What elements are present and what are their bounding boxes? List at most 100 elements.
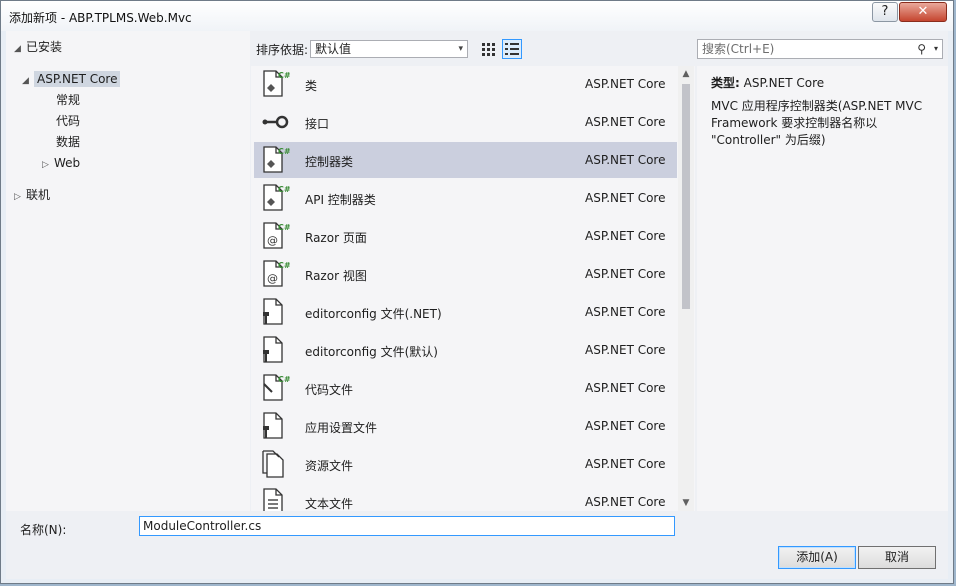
collapsed-arrow-icon[interactable]: ▷ bbox=[14, 187, 26, 207]
template-category: ASP.NET Core bbox=[585, 267, 666, 281]
template-row[interactable]: editorconfig 文件(.NET) ASP.NET Core bbox=[254, 294, 677, 330]
settings-file-icon bbox=[260, 412, 290, 440]
tree-node-label: Web bbox=[54, 156, 81, 170]
template-row[interactable]: 资源文件 ASP.NET Core bbox=[254, 446, 677, 482]
tree-node-installed[interactable]: ◢ 已安装 bbox=[14, 37, 62, 57]
interface-icon bbox=[260, 108, 290, 136]
tree-node-data[interactable]: 数据 bbox=[56, 132, 80, 152]
class-file-icon: C# bbox=[260, 70, 291, 98]
tree-node-label: 已安装 bbox=[26, 40, 63, 54]
template-name: editorconfig 文件(默认) bbox=[305, 345, 438, 359]
name-label: 名称(N): bbox=[20, 523, 67, 537]
details-pane: 类型: ASP.NET Core MVC 应用程序控制器类(ASP.NET MV… bbox=[697, 66, 948, 511]
template-name: 类 bbox=[305, 79, 318, 93]
detail-type-value: ASP.NET Core bbox=[743, 76, 825, 90]
search-options-arrow-icon[interactable]: ▾ bbox=[934, 40, 938, 58]
tree-node-code[interactable]: 代码 bbox=[56, 111, 80, 131]
window-title: 添加新项 - ABP.TPLMS.Web.Mvc bbox=[9, 11, 192, 25]
tree-node-label: 联机 bbox=[26, 188, 51, 202]
template-name: 资源文件 bbox=[305, 459, 354, 473]
tree-node-aspnet-core[interactable]: ◢ ASP.NET Core bbox=[22, 69, 121, 91]
code-file-icon: C# bbox=[260, 374, 291, 402]
template-row[interactable]: C# 代码文件 ASP.NET Core bbox=[254, 370, 677, 406]
svg-text:@: @ bbox=[267, 272, 278, 285]
template-row[interactable]: 应用设置文件 ASP.NET Core bbox=[254, 408, 677, 444]
template-row[interactable]: C# 类 ASP.NET Core bbox=[254, 66, 677, 102]
tree-node-web[interactable]: ▷ Web bbox=[42, 153, 80, 173]
tree-node-label: ASP.NET Core bbox=[34, 71, 121, 87]
template-name: Razor 页面 bbox=[305, 231, 367, 245]
config-file-icon bbox=[260, 298, 290, 326]
search-icon[interactable]: ⚲ bbox=[917, 40, 926, 58]
template-row[interactable]: C# @ Razor 页面 ASP.NET Core bbox=[254, 218, 677, 254]
dialog-client: ◢ 已安装 ◢ ASP.NET Core 常规 代码 数据 ▷ Web ▷ 联机 排序依… bbox=[6, 31, 948, 579]
add-new-item-dialog: 添加新项 - ABP.TPLMS.Web.Mvc ? ✕ ◢ 已安装 ◢ ASP.N… bbox=[0, 0, 954, 584]
svg-text:@: @ bbox=[267, 234, 278, 247]
template-row[interactable]: C# API 控制器类 ASP.NET Core bbox=[254, 180, 677, 216]
resource-file-icon bbox=[260, 450, 290, 478]
template-row[interactable]: editorconfig 文件(默认) ASP.NET Core bbox=[254, 332, 677, 368]
svg-text:C#: C# bbox=[278, 261, 290, 270]
template-category: ASP.NET Core bbox=[585, 495, 666, 509]
svg-text:C#: C# bbox=[278, 185, 290, 194]
collapsed-arrow-icon[interactable]: ▷ bbox=[42, 155, 54, 175]
list-view-button[interactable] bbox=[502, 39, 522, 59]
add-button[interactable]: 添加(A) bbox=[778, 546, 856, 569]
dropdown-arrow-icon: ▾ bbox=[458, 44, 463, 54]
svg-text:C#: C# bbox=[278, 147, 290, 156]
help-button[interactable]: ? bbox=[872, 2, 898, 22]
razor-page-icon: C# @ bbox=[260, 222, 291, 250]
template-category: ASP.NET Core bbox=[585, 381, 666, 395]
scrollbar-thumb[interactable] bbox=[682, 84, 690, 309]
scroll-up-arrow-icon[interactable]: ▲ bbox=[678, 66, 694, 82]
template-name: 文本文件 bbox=[305, 497, 354, 511]
template-category: ASP.NET Core bbox=[585, 191, 666, 205]
template-category: ASP.NET Core bbox=[585, 115, 666, 129]
template-category: ASP.NET Core bbox=[585, 229, 666, 243]
template-name: 控制器类 bbox=[305, 155, 354, 169]
cancel-button[interactable]: 取消 bbox=[858, 546, 936, 569]
template-row[interactable]: 文本文件 ASP.NET Core bbox=[254, 484, 677, 511]
detail-description: MVC 应用程序控制器类(ASP.NET MVC Framework 要求控制器… bbox=[711, 99, 923, 147]
template-name: Razor 视图 bbox=[305, 269, 367, 283]
scroll-down-arrow-icon[interactable]: ▼ bbox=[678, 495, 694, 511]
controller-file-icon: C# bbox=[260, 146, 291, 174]
detail-type-label: 类型: bbox=[711, 76, 740, 90]
svg-text:C#: C# bbox=[278, 375, 290, 384]
template-category: ASP.NET Core bbox=[585, 77, 666, 91]
svg-text:C#: C# bbox=[278, 71, 290, 80]
category-tree: ◢ 已安装 ◢ ASP.NET Core 常规 代码 数据 ▷ Web ▷ 联机 bbox=[6, 31, 250, 511]
api-controller-file-icon: C# bbox=[260, 184, 291, 212]
svg-text:C#: C# bbox=[278, 223, 290, 232]
template-list: C# 类 ASP.NET Core 接口 ASP.NET Core C# 控制器类 ASP.N… bbox=[251, 66, 695, 511]
expanded-arrow-icon[interactable]: ◢ bbox=[22, 71, 34, 91]
template-category: ASP.NET Core bbox=[585, 343, 666, 357]
config-file-icon bbox=[260, 336, 290, 364]
template-name: editorconfig 文件(.NET) bbox=[305, 307, 442, 321]
list-view-icon bbox=[505, 43, 519, 55]
search-input[interactable]: 搜索(Ctrl+E) ⚲ ▾ bbox=[697, 39, 943, 59]
tree-node-online[interactable]: ▷ 联机 bbox=[14, 185, 50, 205]
template-row[interactable]: C# 控制器类 ASP.NET Core bbox=[254, 142, 677, 178]
template-category: ASP.NET Core bbox=[585, 305, 666, 319]
template-row[interactable]: 接口 ASP.NET Core bbox=[254, 104, 677, 140]
text-file-icon bbox=[260, 488, 290, 511]
tree-node-general[interactable]: 常规 bbox=[56, 90, 80, 110]
template-row[interactable]: C# @ Razor 视图 ASP.NET Core bbox=[254, 256, 677, 292]
template-category: ASP.NET Core bbox=[585, 153, 666, 167]
small-icons-view-button[interactable] bbox=[478, 39, 498, 59]
search-placeholder: 搜索(Ctrl+E) bbox=[702, 42, 775, 56]
sort-by-value: 默认值 bbox=[315, 42, 352, 56]
expanded-arrow-icon[interactable]: ◢ bbox=[14, 39, 26, 59]
razor-view-icon: C# @ bbox=[260, 260, 291, 288]
grid-view-icon bbox=[482, 43, 495, 56]
title-bar[interactable]: 添加新项 - ABP.TPLMS.Web.Mvc ? ✕ bbox=[1, 1, 953, 31]
template-category: ASP.NET Core bbox=[585, 457, 666, 471]
template-list-scrollbar[interactable]: ▲ ▼ bbox=[678, 66, 694, 511]
sort-by-dropdown[interactable]: 默认值 ▾ bbox=[310, 40, 468, 58]
template-category: ASP.NET Core bbox=[585, 419, 666, 433]
close-button[interactable]: ✕ bbox=[899, 2, 947, 22]
name-input[interactable]: ModuleController.cs bbox=[139, 516, 675, 536]
template-name: 代码文件 bbox=[305, 383, 354, 397]
template-name: 应用设置文件 bbox=[305, 421, 378, 435]
